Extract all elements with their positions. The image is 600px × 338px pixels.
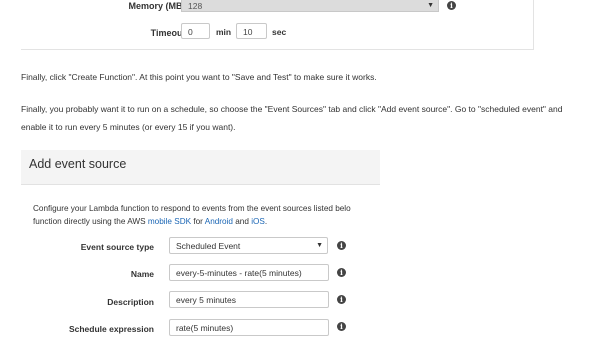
caret-down-icon: ▼ xyxy=(316,242,323,249)
minutes-unit-label: min xyxy=(216,27,232,37)
info-icon[interactable]: i xyxy=(337,295,346,304)
event-source-type-label: Event source type xyxy=(80,242,154,252)
description-line-2: function directly using the AWS mobile S… xyxy=(33,215,380,228)
instruction-paragraph-1: Finally, click "Create Function". At thi… xyxy=(21,72,377,82)
timeout-seconds-value: 10 xyxy=(243,27,253,37)
memory-select[interactable]: 128 ▼ xyxy=(181,0,439,12)
description-text: function directly using the AWS xyxy=(33,217,148,226)
event-source-type-value: Scheduled Event xyxy=(176,241,241,251)
memory-value: 128 xyxy=(188,1,203,11)
description-line-1: Configure your Lambda function to respon… xyxy=(33,204,351,213)
name-value: every-5-minutes - rate(5 minutes) xyxy=(176,268,302,278)
description-input[interactable]: every 5 minutes xyxy=(169,291,329,308)
dialog-description: Configure your Lambda function to respon… xyxy=(33,202,380,228)
dialog-body: Configure your Lambda function to respon… xyxy=(21,185,380,338)
seconds-unit-label: sec xyxy=(272,27,287,37)
description-label: Description xyxy=(107,297,154,307)
schedule-expression-value: rate(5 minutes) xyxy=(176,323,234,333)
dialog-title: Add event source xyxy=(29,157,127,171)
description-text: . xyxy=(264,217,268,226)
schedule-expression-input[interactable]: rate(5 minutes) xyxy=(169,319,329,336)
caret-down-icon: ▼ xyxy=(427,2,434,9)
info-icon[interactable]: i xyxy=(337,268,346,277)
info-icon[interactable]: i xyxy=(447,1,456,10)
name-label: Name xyxy=(130,269,154,279)
timeout-seconds-input[interactable]: 10 xyxy=(236,23,267,39)
function-config-panel: Memory (MB)* 128 ▼ i Timeout* 0 min 10 s… xyxy=(21,0,534,50)
mobile-sdk-link[interactable]: mobile SDK xyxy=(148,217,191,226)
memory-label: Memory (MB)* xyxy=(128,1,189,11)
description-text: for xyxy=(191,217,205,226)
dialog-header: Add event source xyxy=(21,150,380,185)
timeout-minutes-value: 0 xyxy=(188,27,193,37)
ios-link[interactable]: iOS xyxy=(251,217,265,226)
timeout-minutes-input[interactable]: 0 xyxy=(181,23,210,39)
info-icon[interactable]: i xyxy=(337,241,346,250)
instruction-paragraph-2-line-1: Finally, you probably want it to run on … xyxy=(21,104,563,114)
schedule-expression-label: Schedule expression xyxy=(68,324,154,334)
timeout-label: Timeout* xyxy=(150,28,189,38)
event-source-type-select[interactable]: Scheduled Event ▼ xyxy=(169,237,328,254)
instruction-paragraph-2-line-2: enable it to run every 5 minutes (or eve… xyxy=(21,122,236,132)
description-text: and xyxy=(232,217,252,226)
info-icon[interactable]: i xyxy=(337,322,346,331)
name-input[interactable]: every-5-minutes - rate(5 minutes) xyxy=(169,264,329,281)
description-value: every 5 minutes xyxy=(176,295,236,305)
add-event-source-dialog: Add event source Configure your Lambda f… xyxy=(21,150,380,338)
android-link[interactable]: Android xyxy=(205,217,233,226)
